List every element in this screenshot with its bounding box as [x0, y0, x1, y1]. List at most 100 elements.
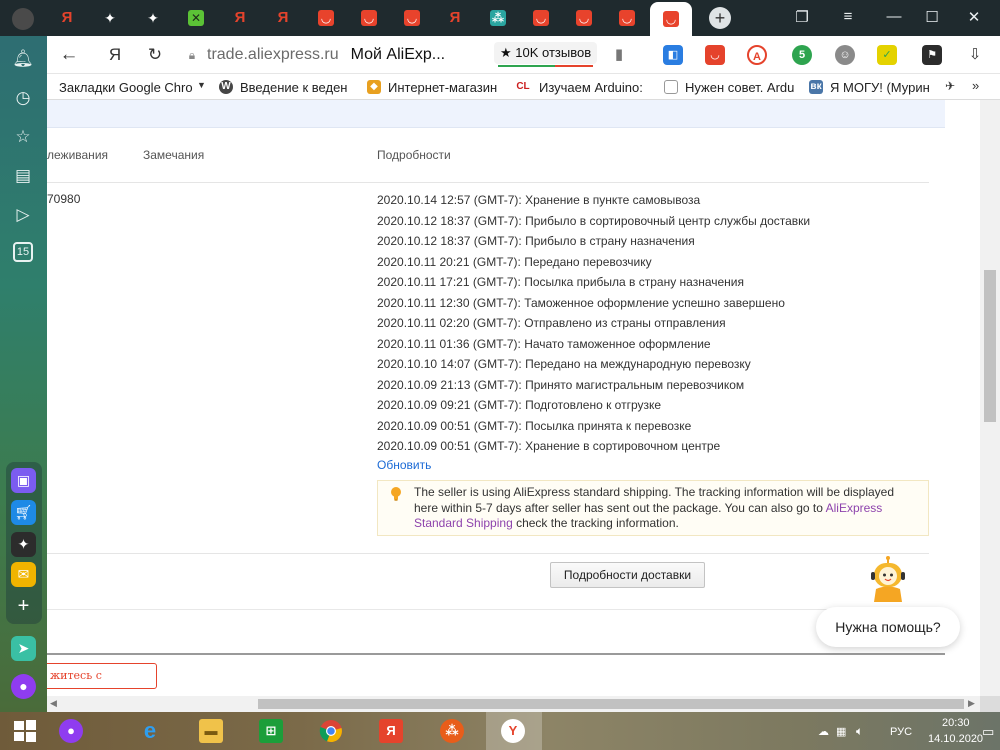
- yandex-browser-icon[interactable]: Y: [498, 716, 528, 746]
- bookmark-label: Изучаем Arduino:: [539, 79, 642, 95]
- scroll-left-icon[interactable]: ◀: [50, 698, 57, 709]
- vk-icon: вк: [809, 80, 823, 94]
- internet-explorer-icon[interactable]: e: [135, 716, 165, 746]
- contact-seller-button[interactable]: житесь с продавцом: [47, 663, 157, 696]
- shop-icon: ◆: [367, 80, 381, 94]
- vertical-scroll-thumb[interactable]: [984, 270, 996, 422]
- language-indicator[interactable]: РУС: [890, 726, 912, 738]
- alice-icon[interactable]: ●: [11, 674, 36, 699]
- reload-button[interactable]: ↻: [143, 43, 167, 67]
- translate-icon[interactable]: ◧: [663, 45, 683, 65]
- tab[interactable]: ⁂: [477, 4, 519, 32]
- yandex-icon: Я: [61, 9, 73, 26]
- chrome-icon[interactable]: [316, 716, 346, 746]
- scroll-right-icon[interactable]: ▶: [968, 698, 975, 709]
- store-icon[interactable]: ⊞: [256, 716, 286, 746]
- security-icon[interactable]: 5: [792, 45, 812, 65]
- tab[interactable]: ✦: [132, 4, 174, 32]
- clock-date[interactable]: 14.10.2020: [928, 733, 983, 745]
- collections-icon[interactable]: ❐: [790, 8, 814, 26]
- media-player-icon[interactable]: ⁂: [437, 716, 467, 746]
- file-explorer-icon[interactable]: ▬: [196, 716, 226, 746]
- help-bot-avatar[interactable]: [866, 556, 910, 604]
- menu-icon[interactable]: ≡: [836, 8, 860, 25]
- adblock-icon[interactable]: A: [747, 45, 767, 65]
- bookmark[interactable]: вк Я МОГУ! (Мурин: [809, 78, 939, 96]
- history-icon[interactable]: ◷: [11, 86, 35, 110]
- back-button[interactable]: ←: [57, 43, 81, 67]
- tab[interactable]: ◡: [305, 4, 347, 32]
- clock-time[interactable]: 20:30: [942, 717, 970, 729]
- onedrive-icon[interactable]: ☁: [818, 725, 829, 738]
- add-app-icon[interactable]: +: [11, 594, 36, 619]
- refresh-link[interactable]: Обновить: [377, 458, 431, 472]
- download-icon[interactable]: ⇩: [963, 43, 987, 67]
- chevron-down-icon[interactable]: ▼: [197, 80, 206, 90]
- delivery-details-button[interactable]: Подробности доставки: [550, 562, 705, 588]
- tab[interactable]: Я: [434, 4, 476, 32]
- profile-avatar[interactable]: [12, 8, 34, 30]
- bookmark[interactable]: Нужен совет. Ardu: [664, 78, 794, 96]
- horizontal-scroll-thumb[interactable]: [258, 699, 964, 709]
- minimize-icon[interactable]: —: [882, 8, 906, 25]
- notifications-icon[interactable]: 🔔︎: [11, 47, 35, 71]
- bookmark-icon[interactable]: ▮: [607, 43, 631, 67]
- column-header-notes: Замечания: [143, 148, 205, 162]
- bookmark-label: Нужен совет. Ardu: [685, 79, 794, 95]
- tab[interactable]: Я: [46, 4, 88, 32]
- yandex-home-icon[interactable]: Я: [103, 43, 127, 67]
- maximize-icon[interactable]: ☐: [920, 8, 944, 26]
- tab[interactable]: ◡: [520, 4, 562, 32]
- bookmark-label: Введение к веден: [240, 79, 348, 95]
- yandex-app-icon[interactable]: Я: [376, 716, 406, 746]
- favorites-icon[interactable]: ☆: [11, 125, 35, 149]
- tab[interactable]: ◡: [348, 4, 390, 32]
- bookmark[interactable]: CL Изучаем Arduino:: [514, 78, 642, 96]
- tab[interactable]: ◡: [606, 4, 648, 32]
- url-field[interactable]: 🔒︎ trade.aliexpress.ru Мой AliExp...: [183, 42, 483, 68]
- zen-icon[interactable]: ✦: [11, 532, 36, 557]
- bookmark-folder[interactable]: Закладки Google Chro: [59, 78, 199, 96]
- bookmark[interactable]: ◆ Интернет-магазин: [367, 78, 499, 96]
- messenger-icon[interactable]: ▣: [11, 468, 36, 493]
- tab[interactable]: ✕: [175, 4, 217, 32]
- bookmarks-bar: Закладки Google Chro ▼ W Введение к веден…: [47, 74, 1000, 100]
- chat-ext-icon[interactable]: ⚑: [922, 45, 942, 65]
- notifications-tray-icon[interactable]: ▭: [982, 724, 994, 740]
- user-ext-icon[interactable]: ☺: [835, 45, 855, 65]
- volume-icon[interactable]: 🔈︎: [856, 724, 863, 739]
- market-icon[interactable]: 🛒︎: [11, 500, 36, 525]
- tracking-event: 2020.10.12 18:37 (GMT-7): Прибыло в стра…: [377, 234, 695, 248]
- tracking-event: 2020.10.11 01:36 (GMT-7): Начато таможен…: [377, 336, 711, 351]
- collections-icon[interactable]: ▤: [11, 164, 35, 188]
- tab[interactable]: Я: [219, 4, 261, 32]
- notice-text: The seller is using AliExpress standard …: [414, 485, 919, 532]
- windows-start-icon[interactable]: [10, 716, 40, 746]
- plane-icon[interactable]: ✈: [945, 79, 955, 93]
- alice-icon[interactable]: ●: [56, 716, 86, 746]
- tab[interactable]: ◡: [563, 4, 605, 32]
- close-icon[interactable]: ✕: [962, 8, 986, 26]
- scroll-corner: [980, 696, 1000, 712]
- send-icon[interactable]: ➤: [11, 636, 36, 661]
- tab[interactable]: ✦: [89, 4, 131, 32]
- tab-active[interactable]: ◡: [650, 2, 692, 36]
- network-icon[interactable]: ▦: [836, 725, 846, 738]
- reviews-badge[interactable]: ★ 10K отзывов: [494, 42, 598, 67]
- aliexpress-icon: ◡: [404, 10, 420, 26]
- tab[interactable]: Я: [262, 4, 304, 32]
- tab[interactable]: ◡: [391, 4, 433, 32]
- cl-icon: CL: [516, 81, 530, 92]
- media-icon[interactable]: ▷: [11, 203, 35, 227]
- new-tab-button[interactable]: +: [709, 7, 731, 29]
- aliexpress-icon: ◡: [533, 10, 549, 26]
- mail-icon[interactable]: ✉: [11, 562, 36, 587]
- more-bookmarks-icon[interactable]: »: [972, 78, 979, 93]
- checklist-icon[interactable]: ✓: [877, 45, 897, 65]
- tracking-event: 2020.10.11 12:30 (GMT-7): Таможенное офо…: [377, 295, 785, 310]
- aliexpress-ext-icon[interactable]: ◡: [705, 45, 725, 65]
- help-bubble[interactable]: Нужна помощь?: [816, 607, 960, 647]
- calendar-icon[interactable]: 15: [13, 242, 33, 262]
- divider: [47, 609, 927, 610]
- bookmark[interactable]: W Введение к веден: [219, 78, 349, 96]
